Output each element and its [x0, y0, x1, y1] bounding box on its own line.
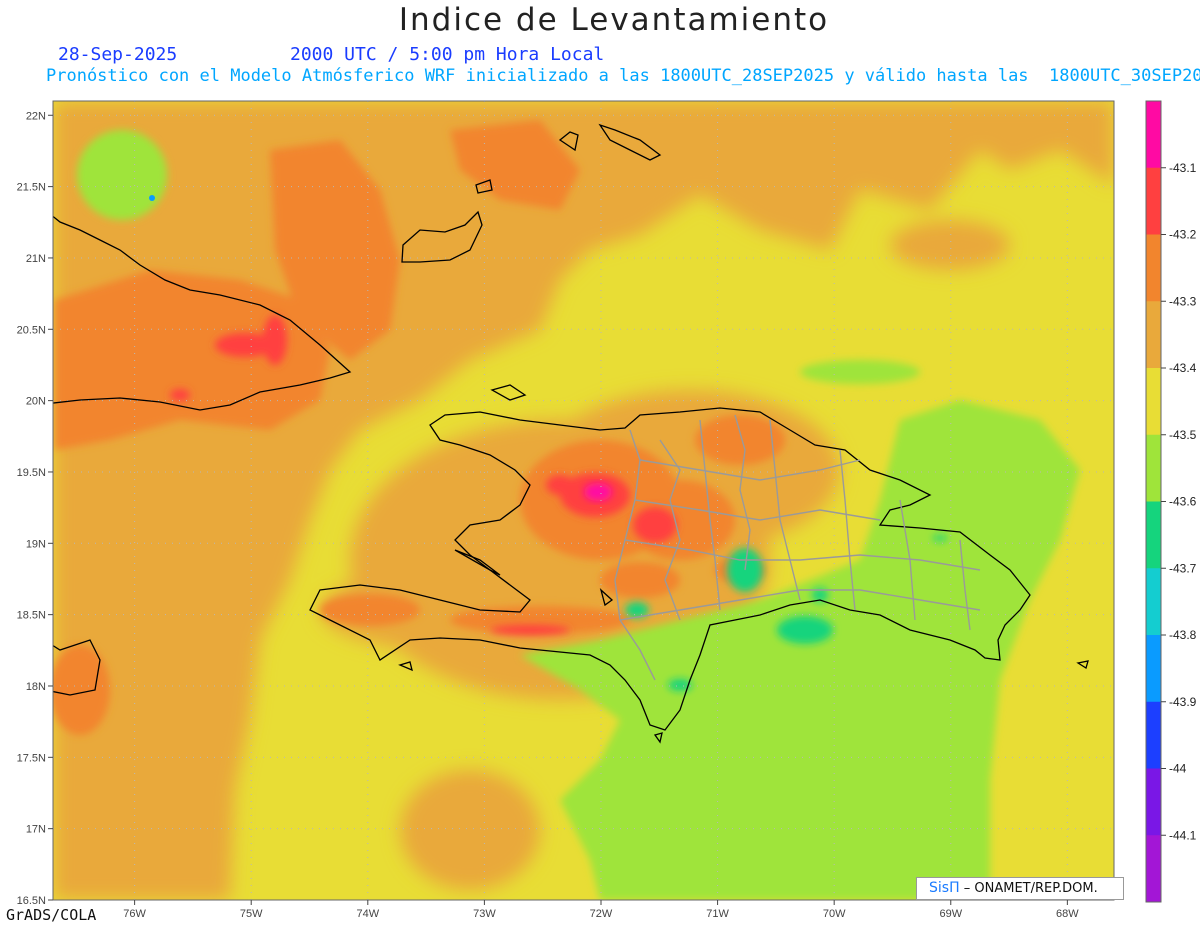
colorbar-swatch [1146, 501, 1161, 569]
lat-tick-label: 18.5N [17, 610, 46, 622]
lat-tick-label: 17.5N [17, 752, 46, 764]
colorbar-swatch [1146, 835, 1161, 903]
colorbar-swatch [1146, 368, 1161, 436]
colorbar-label: -43.3 [1169, 294, 1197, 308]
credit-text: – ONAMET/REP.DOM. [963, 881, 1098, 896]
lat-tick-label: 21.5N [17, 182, 46, 194]
lon-tick-label: 76W [123, 908, 146, 920]
lat-tick-label: 18N [26, 681, 46, 693]
colorbar-swatch [1146, 768, 1161, 836]
lon-tick-label: 73W [473, 908, 496, 920]
colorbar-label: -43.6 [1169, 495, 1197, 509]
colorbar-label: -43.7 [1169, 561, 1197, 575]
sispi-logo: SisΠ [929, 880, 960, 896]
lat-tick-label: 20N [26, 396, 46, 408]
lat-tick-label: 19N [26, 538, 46, 550]
lat-tick-label: 20.5N [17, 324, 46, 336]
colorbar-swatch [1146, 434, 1161, 502]
lon-tick-label: 74W [356, 908, 379, 920]
colorbar-swatch [1146, 568, 1161, 636]
lon-tick-label: 68W [1056, 908, 1079, 920]
longitude-axis: 76W 75W 74W 73W 72W 71W 70W 69W 68W [123, 900, 1079, 920]
lon-tick-label: 71W [706, 908, 729, 920]
colorbar-label: -43.1 [1169, 161, 1197, 175]
colorbar-label: -43.4 [1169, 361, 1197, 375]
lat-tick-label: 17N [26, 824, 46, 836]
colorbar-label: -44 [1169, 762, 1187, 776]
lon-tick-label: 70W [823, 908, 846, 920]
colorbar-label: -43.8 [1169, 628, 1197, 642]
latitude-axis: 22N 21.5N 21N 20.5N 20N 19.5N 19N 18.5N 18N 17.5N… [17, 110, 53, 907]
colorbar-label: -43.9 [1169, 695, 1197, 709]
colorbar-swatch [1146, 701, 1161, 769]
colorbar-swatch [1146, 167, 1161, 235]
lifted-index-map: 22N 21.5N 21N 20.5N 20N 19.5N 19N 18.5N 18N 17.5N… [17, 100, 1197, 920]
colorbar-swatch [1146, 101, 1161, 169]
colorbar: -43.1 -43.2 -43.3 -43.4 -43.5 -43.6 -43.7 -43.8… [1145, 100, 1197, 903]
colorbar-swatch [1146, 301, 1161, 369]
shaded-field [53, 101, 1114, 900]
lon-tick-label: 75W [240, 908, 263, 920]
lat-tick-label: 22N [26, 110, 46, 122]
grads-footer: GrADS/COLA [6, 906, 97, 924]
colorbar-swatch [1146, 635, 1161, 703]
colorbar-swatch [1146, 234, 1161, 302]
lat-tick-label: 21N [26, 253, 46, 265]
lon-tick-label: 72W [590, 908, 613, 920]
colorbar-label: -43.5 [1169, 428, 1197, 442]
lon-tick-label: 69W [939, 908, 962, 920]
colorbar-label: -43.2 [1169, 228, 1197, 242]
credit-box: SisΠ – ONAMET/REP.DOM. [916, 877, 1124, 900]
colorbar-label: -44.1 [1169, 828, 1197, 842]
lat-tick-label: 19.5N [17, 467, 46, 479]
